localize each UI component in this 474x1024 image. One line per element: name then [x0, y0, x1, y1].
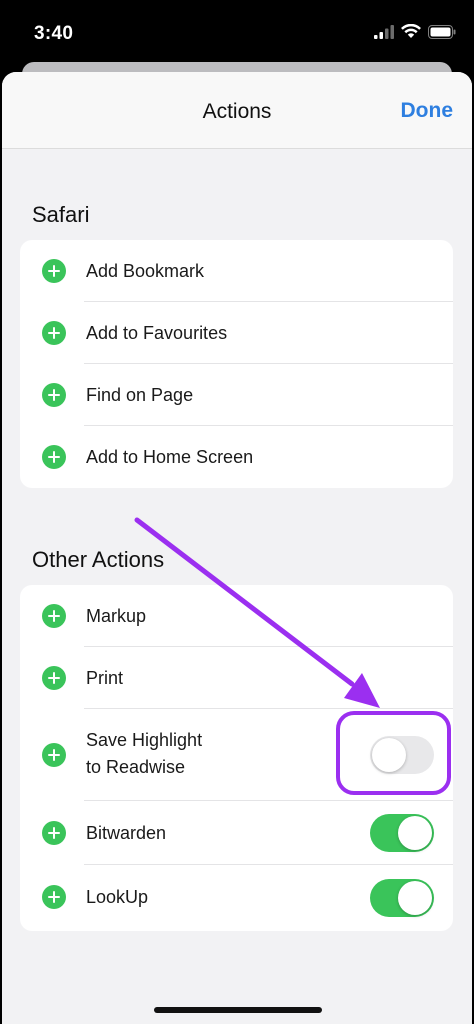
status-time: 3:40 [34, 23, 74, 44]
status-bar: 3:40 [0, 0, 474, 68]
row-label: Markup [86, 606, 147, 626]
annotation-highlight-box [336, 711, 451, 795]
lookup-toggle[interactable] [370, 879, 434, 917]
toggle-knob [398, 881, 432, 915]
toggle-knob [398, 816, 432, 850]
nav-bar: Actions Done [2, 72, 472, 149]
plus-circle-icon[interactable] [42, 821, 66, 845]
row-label: Find on Page [86, 385, 194, 405]
plus-circle-icon[interactable] [42, 743, 66, 767]
row-bitwarden[interactable]: Bitwarden [20, 801, 453, 865]
plus-circle-icon[interactable] [42, 445, 66, 469]
row-print[interactable]: Print [20, 647, 453, 709]
safari-actions-group: Add Bookmark Add to Favourites Find on P… [20, 240, 453, 488]
row-lookup[interactable]: LookUp [20, 865, 453, 931]
plus-circle-icon[interactable] [42, 885, 66, 909]
section-header-other-actions: Other Actions [32, 547, 165, 572]
row-label: Add to Favourites [86, 323, 228, 343]
plus-circle-icon[interactable] [42, 666, 66, 690]
row-add-bookmark[interactable]: Add Bookmark [20, 240, 453, 302]
battery-icon [428, 24, 456, 39]
plus-circle-icon[interactable] [42, 321, 66, 345]
row-label-line1: Save Highlight [86, 730, 203, 750]
status-icons [374, 24, 456, 39]
actions-sheet: Actions Done Safari Add Bookmark Add to … [2, 72, 472, 1024]
plus-circle-icon[interactable] [42, 383, 66, 407]
row-label: Add to Home Screen [86, 447, 254, 467]
row-add-to-favourites[interactable]: Add to Favourites [20, 302, 453, 364]
done-button[interactable]: Done [401, 99, 454, 123]
row-label: LookUp [86, 887, 149, 907]
home-indicator[interactable] [154, 1007, 322, 1013]
bitwarden-toggle[interactable] [370, 814, 434, 852]
row-label: Bitwarden [86, 823, 167, 843]
row-label-line2: to Readwise [86, 757, 186, 777]
row-find-on-page[interactable]: Find on Page [20, 364, 453, 426]
section-header-safari: Safari [32, 202, 90, 227]
row-label: Print [86, 668, 124, 688]
row-label: Add Bookmark [86, 261, 205, 281]
cellular-signal-icon [374, 24, 394, 39]
wifi-icon [401, 24, 421, 38]
plus-circle-icon[interactable] [42, 259, 66, 283]
row-markup[interactable]: Markup [20, 585, 453, 647]
plus-circle-icon[interactable] [42, 604, 66, 628]
row-add-to-home-screen[interactable]: Add to Home Screen [20, 426, 453, 488]
